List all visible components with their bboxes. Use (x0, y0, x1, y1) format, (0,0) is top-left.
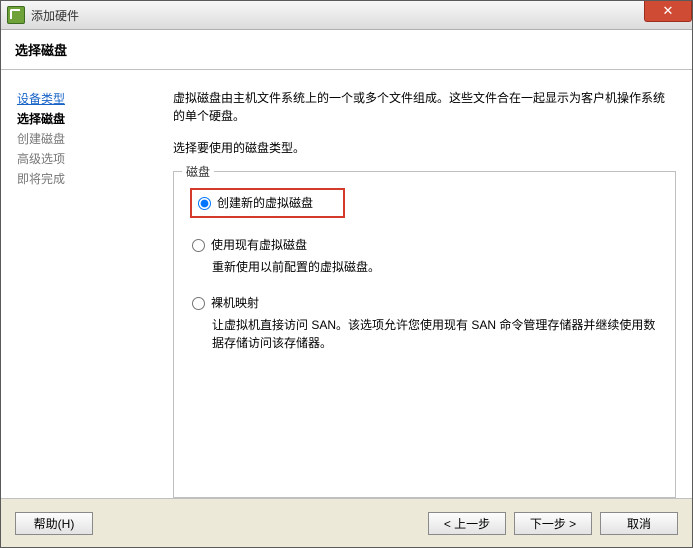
page-title: 选择磁盘 (15, 40, 678, 59)
radio-use-existing-desc: 重新使用以前配置的虚拟磁盘。 (212, 258, 659, 276)
option-raw-mapping: 裸机映射 让虚拟机直接访问 SAN。该选项允许您使用现有 SAN 命令管理存储器… (190, 294, 659, 352)
disk-group: 磁盘 创建新的虚拟磁盘 使用现有虚拟磁盘 (173, 171, 676, 498)
description-text-2: 选择要使用的磁盘类型。 (173, 139, 676, 157)
next-button[interactable]: 下一步 > (514, 512, 592, 535)
vsphere-icon (7, 6, 25, 24)
radio-raw-mapping-desc: 让虚拟机直接访问 SAN。该选项允许您使用现有 SAN 命令管理存储器并继续使用… (212, 316, 659, 352)
wizard-steps: 设备类型 选择磁盘 创建磁盘 高级选项 即将完成 (17, 89, 173, 498)
description-text-1: 虚拟磁盘由主机文件系统上的一个或多个文件组成。这些文件合在一起显示为客户机操作系… (173, 89, 676, 125)
radio-use-existing[interactable] (192, 239, 205, 252)
wizard-content: 虚拟磁盘由主机文件系统上的一个或多个文件组成。这些文件合在一起显示为客户机操作系… (173, 89, 676, 498)
disk-group-label: 磁盘 (182, 163, 214, 180)
back-button[interactable]: < 上一步 (428, 512, 506, 535)
radio-create-new[interactable] (198, 197, 211, 210)
window-title: 添加硬件 (31, 7, 79, 24)
highlight-box: 创建新的虚拟磁盘 (190, 188, 345, 218)
step-advanced: 高级选项 (17, 149, 167, 169)
add-hardware-dialog: 添加硬件 ✕ 选择磁盘 设备类型 选择磁盘 创建磁盘 高级选项 即将完成 虚拟磁… (0, 0, 693, 548)
radio-raw-mapping-label: 裸机映射 (211, 294, 259, 312)
radio-use-existing-label: 使用现有虚拟磁盘 (211, 236, 307, 254)
option-create-new: 创建新的虚拟磁盘 (190, 188, 659, 218)
step-select-disk: 选择磁盘 (17, 109, 167, 129)
option-use-existing: 使用现有虚拟磁盘 重新使用以前配置的虚拟磁盘。 (190, 236, 659, 276)
step-create-disk: 创建磁盘 (17, 129, 167, 149)
step-device-type[interactable]: 设备类型 (17, 89, 167, 109)
wizard-footer: 帮助(H) < 上一步 下一步 > 取消 (1, 498, 692, 547)
titlebar: 添加硬件 ✕ (1, 1, 692, 30)
step-finish: 即将完成 (17, 169, 167, 189)
radio-create-new-label: 创建新的虚拟磁盘 (217, 194, 313, 212)
help-button[interactable]: 帮助(H) (15, 512, 93, 535)
wizard-header: 选择磁盘 (1, 30, 692, 70)
radio-raw-mapping[interactable] (192, 297, 205, 310)
close-button[interactable]: ✕ (644, 1, 692, 22)
cancel-button[interactable]: 取消 (600, 512, 678, 535)
